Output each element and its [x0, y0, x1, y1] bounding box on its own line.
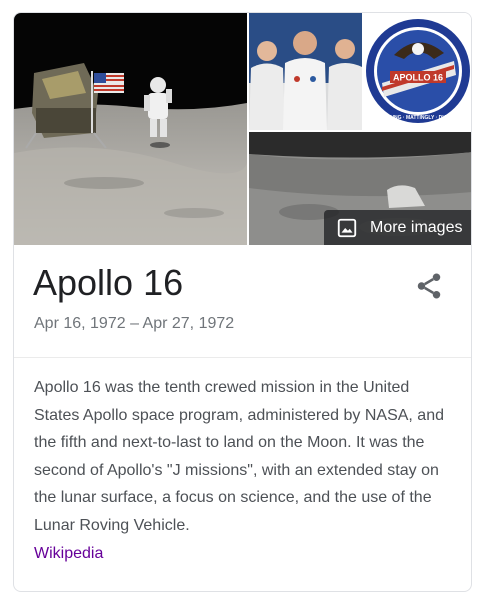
image-grid: APOLLO 16 YOUNG · MATTINGLY · DUKE More … [14, 13, 471, 245]
patch-image[interactable]: APOLLO 16 YOUNG · MATTINGLY · DUKE [364, 13, 471, 130]
section-divider [14, 357, 471, 358]
more-images-button[interactable]: More images [324, 210, 471, 245]
share-icon [417, 273, 441, 299]
description: Apollo 16 was the tenth crewed mission i… [34, 374, 458, 567]
share-button[interactable] [414, 271, 444, 301]
description-text: Apollo 16 was the tenth crewed mission i… [34, 379, 444, 534]
mission-dates: Apr 16, 1972 – Apr 27, 1972 [34, 315, 235, 332]
main-image[interactable] [14, 13, 247, 245]
crew-image[interactable] [249, 13, 362, 130]
knowledge-panel: APOLLO 16 YOUNG · MATTINGLY · DUKE More … [13, 12, 472, 592]
patch-names: YOUNG · MATTINGLY · DUKE [383, 115, 453, 121]
wikipedia-link[interactable]: Wikipedia [34, 545, 103, 562]
patch-title: APOLLO 16 [393, 73, 443, 83]
more-images-label: More images [370, 218, 463, 236]
photo-icon [336, 217, 358, 239]
entity-title: Apollo 16 [33, 262, 184, 303]
